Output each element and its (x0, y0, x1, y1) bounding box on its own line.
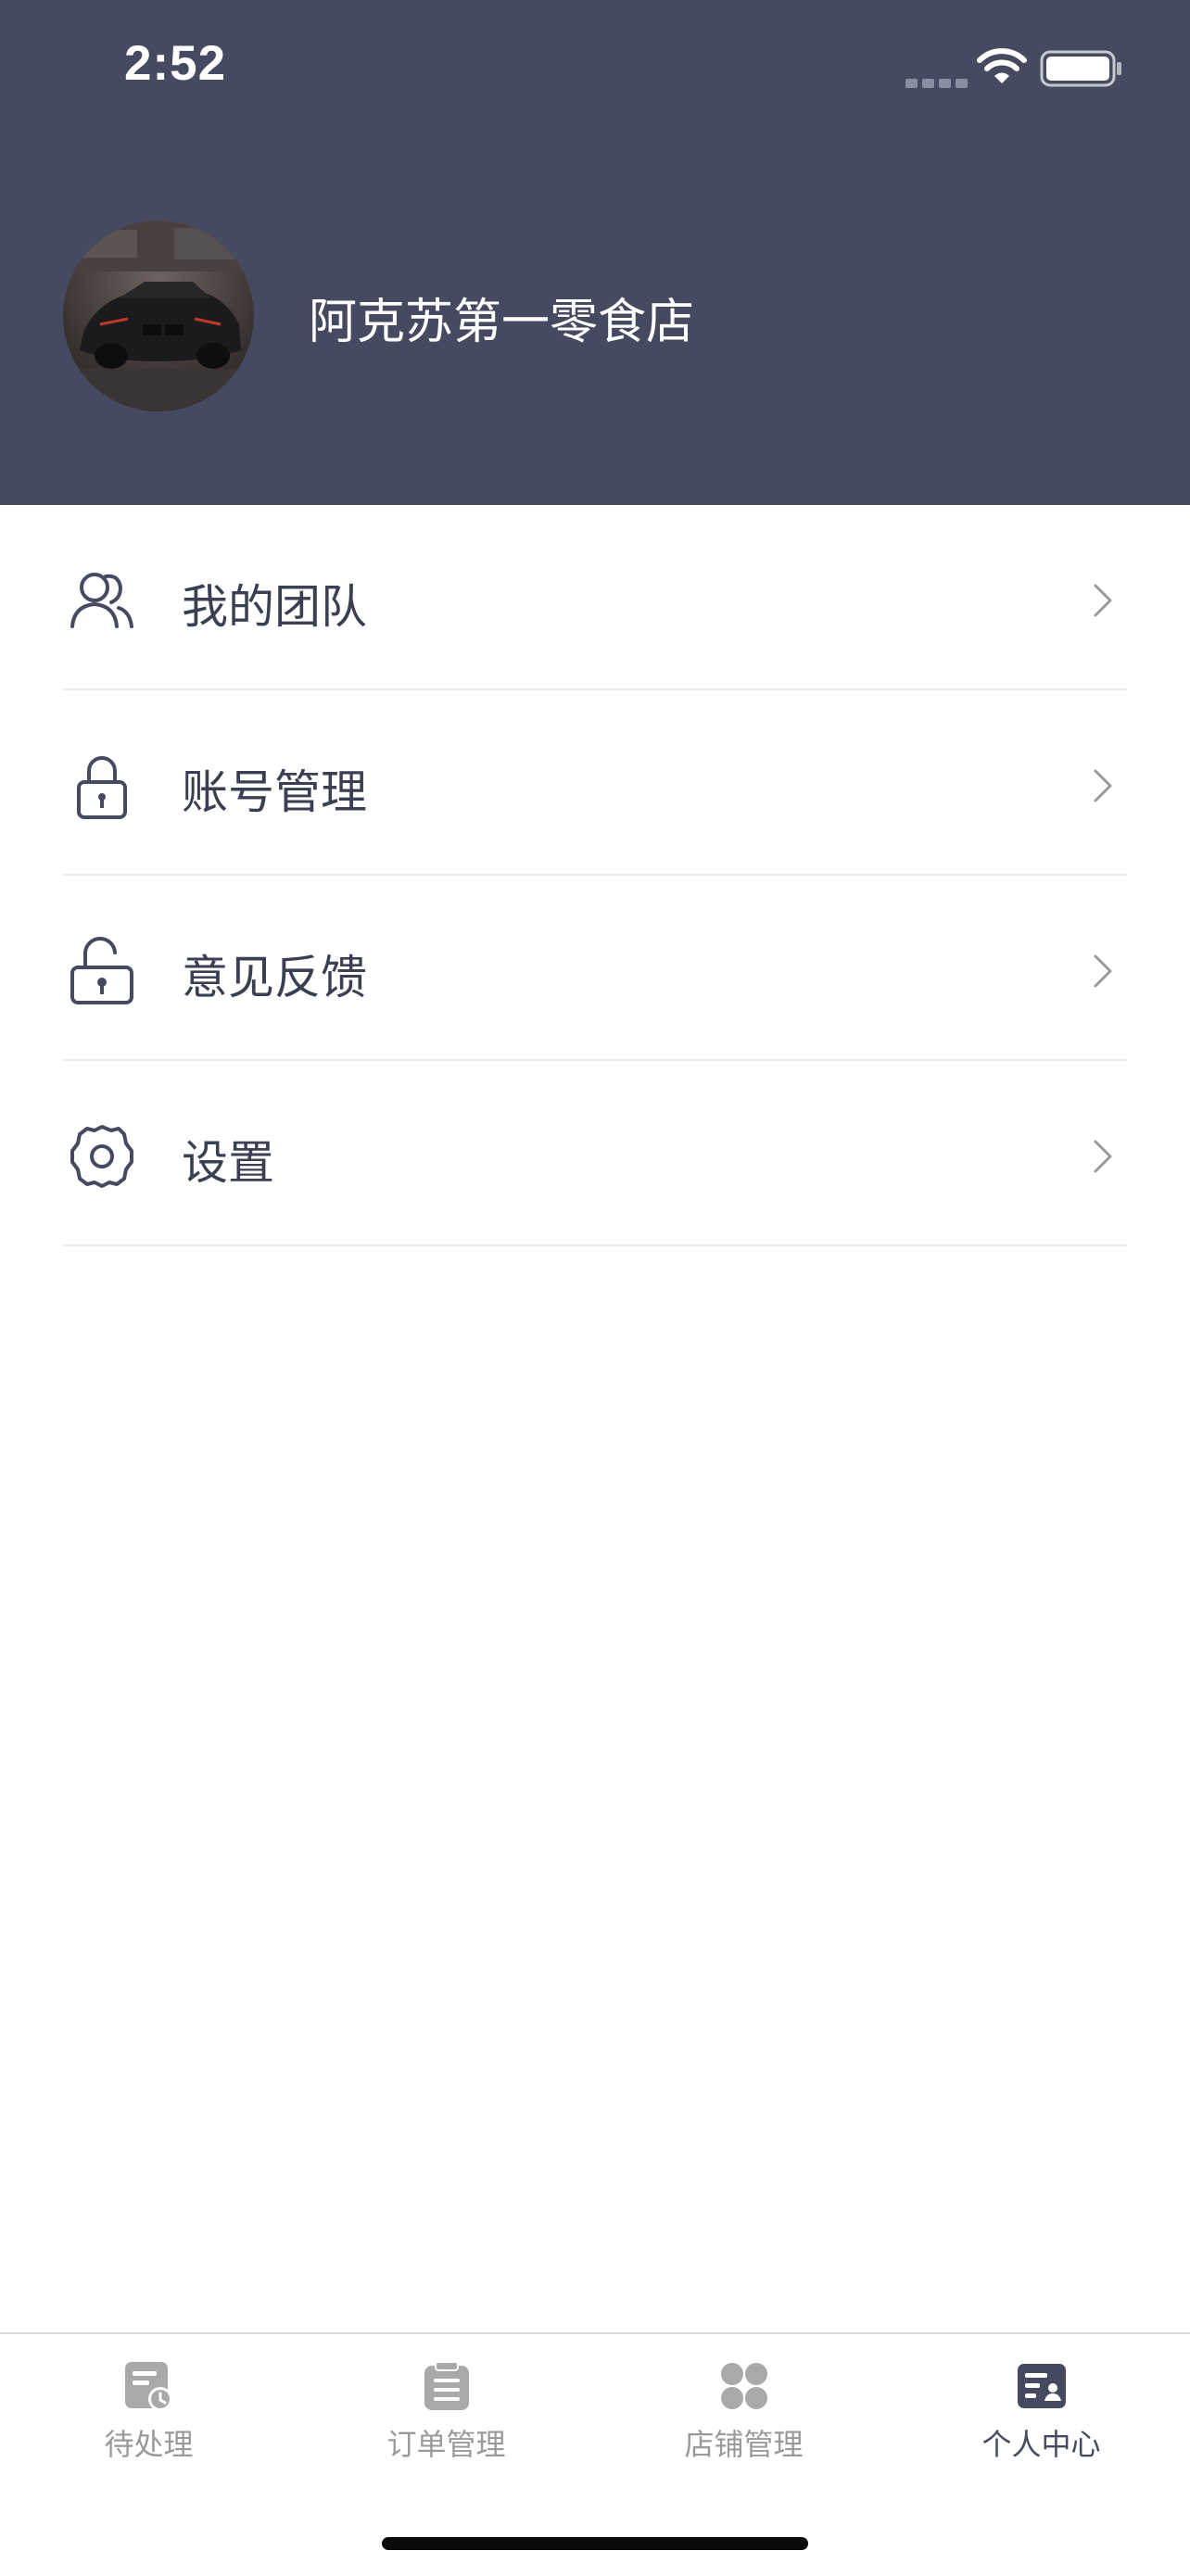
cellular-signal-icon (905, 74, 972, 92)
tab-label: 订单管理 (386, 2427, 506, 2462)
menu-item-label: 意见反馈 (182, 951, 367, 1004)
tab-label: 待处理 (104, 2427, 194, 2462)
home-indicator[interactable] (382, 2537, 808, 2550)
chevron-right-icon (1094, 954, 1112, 988)
menu-item-settings[interactable]: 设置 (0, 1061, 1190, 1246)
divider (63, 1244, 1127, 1246)
menu-item-feedback[interactable]: 意见反馈 (0, 876, 1190, 1061)
tab-pending[interactable]: 待处理 (0, 2334, 298, 2501)
menu-item-label: 账号管理 (182, 765, 367, 819)
status-time: 2:52 (124, 36, 227, 91)
lock-icon (77, 756, 127, 819)
unlock-icon (70, 937, 133, 1004)
car-photo (63, 221, 254, 411)
avatar[interactable] (63, 221, 254, 411)
store-name: 阿克苏第一零食店 (309, 295, 695, 350)
menu-item-label: 设置 (182, 1136, 274, 1190)
menu-item-my-team[interactable]: 我的团队 (0, 505, 1190, 690)
profile-card-icon (1018, 2364, 1066, 2408)
pending-icon (125, 2362, 172, 2411)
menu-item-account-management[interactable]: 账号管理 (0, 690, 1190, 876)
chevron-right-icon (1094, 1140, 1112, 1173)
tab-store-management[interactable]: 店铺管理 (595, 2334, 892, 2501)
profile-menu: 我的团队 账号管理 意见反馈 设置 (0, 505, 1190, 1246)
tab-profile[interactable]: 个人中心 (892, 2334, 1190, 2501)
tab-orders[interactable]: 订单管理 (298, 2334, 595, 2501)
gear-icon (70, 1125, 133, 1188)
team-icon (70, 573, 133, 628)
tab-label: 个人中心 (981, 2427, 1101, 2462)
battery-icon (1040, 50, 1121, 87)
wifi-icon (977, 48, 1027, 83)
grid-icon (721, 2363, 767, 2409)
clipboard-icon (424, 2361, 469, 2410)
menu-item-label: 我的团队 (182, 580, 367, 634)
chevron-right-icon (1094, 584, 1112, 617)
tab-label: 店铺管理 (684, 2427, 804, 2462)
profile-header: 2:52 阿克苏第一零食店 (0, 0, 1190, 505)
status-bar: 2:52 (0, 0, 1190, 139)
chevron-right-icon (1094, 769, 1112, 802)
